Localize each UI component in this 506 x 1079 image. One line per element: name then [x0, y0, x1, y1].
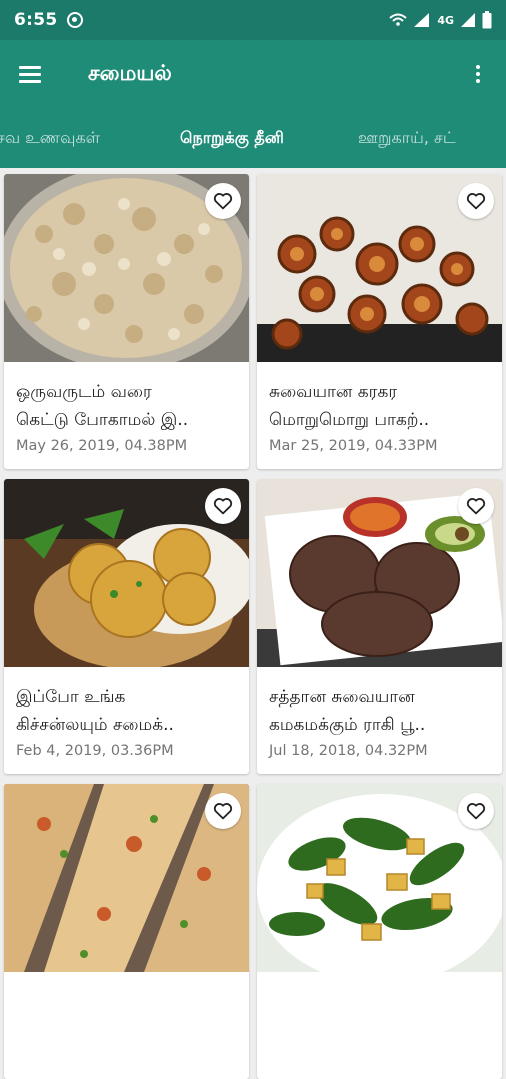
recipe-date: Jul 18, 2018, 04.32PM [269, 743, 428, 759]
heart-outline-icon [213, 193, 233, 210]
recipe-grid: ஒருவருடம் வரை கெட்டு போகாமல் இ.. May 26,… [0, 168, 506, 1079]
status-icons: 4G [389, 11, 492, 29]
battery-icon [482, 11, 492, 29]
page-title: சமையல் [88, 60, 172, 85]
recipe-date: May 26, 2019, 04.38PM [16, 438, 188, 454]
favorite-button[interactable] [458, 183, 494, 219]
recipe-card[interactable]: ஒருவருடம் வரை கெட்டு போகாமல் இ.. May 26,… [4, 174, 249, 469]
category-tabs: சவ உணவுகள் நொறுக்கு தீனி ஊறுகாய், சட் [0, 108, 506, 168]
recipe-card[interactable]: சுவையான கரகர மொறுமொறு பாகற்.. Mar 25, 20… [257, 174, 502, 469]
cast-icon [67, 12, 84, 28]
favorite-button[interactable] [205, 793, 241, 829]
signal-icon [461, 13, 475, 27]
status-bar: 6:55 4G [0, 0, 506, 40]
favorite-button[interactable] [458, 488, 494, 524]
recipe-title-line2: கெட்டு போகாமல் இ.. [16, 410, 189, 430]
heart-outline-icon [466, 803, 486, 820]
favorite-button[interactable] [205, 183, 241, 219]
recipe-card[interactable]: இப்போ உங்க கிச்சன்லயும் சமைக்.. Feb 4, 2… [4, 479, 249, 774]
recipe-card[interactable] [4, 784, 249, 1079]
tab-item-selected[interactable]: நொறுக்கு தீனி [180, 108, 284, 168]
recipe-title-line2: கமகமக்கும் ராகி பூ.. [269, 715, 426, 735]
recipe-title-line2: மொறுமொறு பாகற்.. [269, 410, 430, 430]
more-vert-icon[interactable] [450, 40, 506, 108]
recipe-title-line2: கிச்சன்லயும் சமைக்.. [16, 715, 174, 735]
network-type: 4G [437, 13, 454, 27]
menu-icon[interactable] [0, 40, 60, 108]
recipe-title-line1: சுவையான கரகர [269, 382, 398, 402]
signal-icon [414, 13, 430, 27]
favorite-button[interactable] [205, 488, 241, 524]
recipe-date: Mar 25, 2019, 04.33PM [269, 438, 438, 454]
status-time: 6:55 [14, 10, 58, 30]
heart-outline-icon [213, 498, 233, 515]
heart-outline-icon [466, 193, 486, 210]
heart-outline-icon [213, 803, 233, 820]
tab-item[interactable]: சவ உணவுகள் [0, 108, 100, 168]
recipe-title-line1: ஒருவருடம் வரை [16, 382, 152, 402]
recipe-card[interactable] [257, 784, 502, 1079]
recipe-card[interactable]: சத்தான சுவையான கமகமக்கும் ராகி பூ.. Jul … [257, 479, 502, 774]
heart-outline-icon [466, 498, 486, 515]
recipe-title-line1: இப்போ உங்க [16, 687, 126, 707]
recipe-title-line1: சத்தான சுவையான [269, 687, 415, 707]
app-bar: சமையல் [0, 40, 506, 108]
favorite-button[interactable] [458, 793, 494, 829]
recipe-date: Feb 4, 2019, 03.36PM [16, 743, 174, 759]
tab-item[interactable]: ஊறுகாய், சட் [358, 108, 456, 168]
wifi-icon [389, 13, 407, 26]
